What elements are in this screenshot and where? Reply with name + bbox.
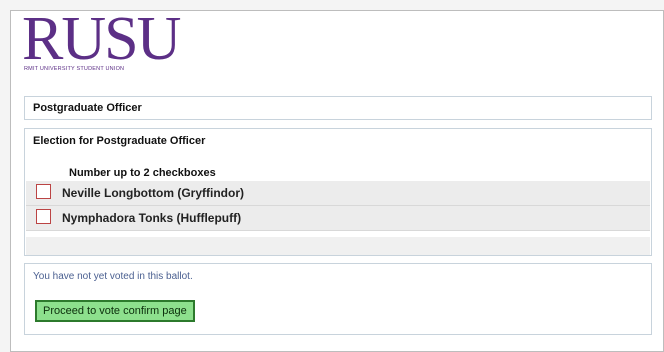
logo-subtitle: RMIT UNIVERSITY STUDENT UNION	[24, 66, 125, 72]
vote-instruction: Number up to 2 checkboxes	[69, 167, 216, 179]
proceed-to-confirm-button[interactable]: Proceed to vote confirm page	[35, 300, 195, 322]
candidate-name: Nymphadora Tonks (Hufflepuff)	[62, 211, 242, 225]
ballot-footer-strip	[26, 237, 650, 255]
candidate-row[interactable]: Neville Longbottom (Gryffindor)	[26, 181, 650, 206]
position-title: Postgraduate Officer	[33, 102, 142, 114]
candidate-name: Neville Longbottom (Gryffindor)	[62, 186, 244, 200]
rusu-logo: RUSU RMIT UNIVERSITY STUDENT UNION	[22, 8, 207, 76]
candidate-checkbox[interactable]	[36, 184, 51, 199]
vote-status-panel: You have not yet voted in this ballot. P…	[24, 263, 652, 335]
position-title-panel: Postgraduate Officer	[24, 96, 652, 120]
election-panel: Election for Postgraduate Officer Number…	[24, 128, 652, 256]
vote-status-message: You have not yet voted in this ballot.	[33, 271, 193, 282]
candidate-checkbox[interactable]	[36, 209, 51, 224]
election-heading: Election for Postgraduate Officer	[33, 135, 206, 147]
candidate-list: Neville Longbottom (Gryffindor) Nymphado…	[26, 181, 650, 231]
candidate-row[interactable]: Nymphadora Tonks (Hufflepuff)	[26, 206, 650, 231]
logo-wordmark: RUSU	[22, 5, 181, 73]
